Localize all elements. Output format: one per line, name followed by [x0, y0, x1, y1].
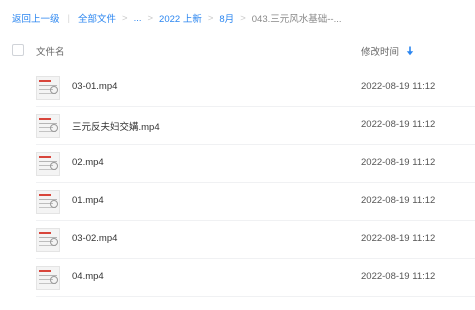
back-link[interactable]: 返回上一级	[12, 11, 60, 25]
column-header-name: 文件名	[36, 47, 65, 58]
file-row[interactable]: 04.mp4 2022-08-19 11:12	[0, 259, 475, 297]
file-modified-time: 2022-08-19 11:12	[361, 119, 436, 130]
file-row[interactable]: 01.mp4 2022-08-19 11:12	[0, 183, 475, 221]
file-name[interactable]: 03-02.mp4	[72, 233, 117, 244]
file-name[interactable]: 02.mp4	[72, 157, 104, 168]
file-list-header: 文件名 修改时间	[0, 36, 475, 66]
video-thumbnail-icon[interactable]	[36, 76, 60, 100]
breadcrumb-all-files[interactable]: 全部文件	[78, 11, 116, 25]
video-thumbnail-icon[interactable]	[36, 190, 60, 214]
select-all-checkbox[interactable]	[12, 44, 24, 56]
file-row[interactable]: 02.mp4 2022-08-19 11:12	[0, 145, 475, 183]
breadcrumb-ellipsis[interactable]: ...	[134, 13, 142, 24]
sort-descending-icon[interactable]	[406, 46, 414, 56]
row-divider	[36, 296, 475, 297]
file-modified-time: 2022-08-19 11:12	[361, 81, 436, 92]
chevron-right-icon: >	[122, 12, 128, 24]
breadcrumb-month[interactable]: 8月	[219, 11, 234, 25]
file-name[interactable]: 03-01.mp4	[72, 81, 117, 92]
file-row[interactable]: 03-02.mp4 2022-08-19 11:12	[0, 221, 475, 259]
breadcrumb-year[interactable]: 2022 上新	[159, 11, 202, 25]
breadcrumb-divider: |	[67, 12, 70, 24]
file-name[interactable]: 04.mp4	[72, 271, 104, 282]
chevron-right-icon: >	[240, 12, 246, 24]
breadcrumb-current: 043.三元风水基础--...	[251, 14, 342, 25]
file-name[interactable]: 01.mp4	[72, 195, 104, 206]
column-header-time[interactable]: 修改时间	[361, 44, 414, 58]
file-modified-time: 2022-08-19 11:12	[361, 233, 436, 244]
file-modified-time: 2022-08-19 11:12	[361, 195, 436, 206]
video-thumbnail-icon[interactable]	[36, 114, 60, 138]
breadcrumb: 返回上一级 | 全部文件 > ... > 2022 上新 > 8月 > 043.…	[12, 11, 342, 26]
file-modified-time: 2022-08-19 11:12	[361, 157, 436, 168]
file-row[interactable]: 03-01.mp4 2022-08-19 11:12	[0, 69, 475, 107]
file-row[interactable]: 三元反夫妇交媾.mp4 2022-08-19 11:12	[0, 107, 475, 145]
file-modified-time: 2022-08-19 11:12	[361, 271, 436, 282]
chevron-right-icon: >	[147, 12, 154, 24]
chevron-right-icon: >	[207, 12, 214, 24]
file-name[interactable]: 三元反夫妇交媾.mp4	[72, 119, 160, 133]
video-thumbnail-icon[interactable]	[36, 228, 60, 252]
video-thumbnail-icon[interactable]	[36, 152, 60, 176]
video-thumbnail-icon[interactable]	[36, 266, 60, 290]
column-header-time-label: 修改时间	[361, 47, 400, 58]
